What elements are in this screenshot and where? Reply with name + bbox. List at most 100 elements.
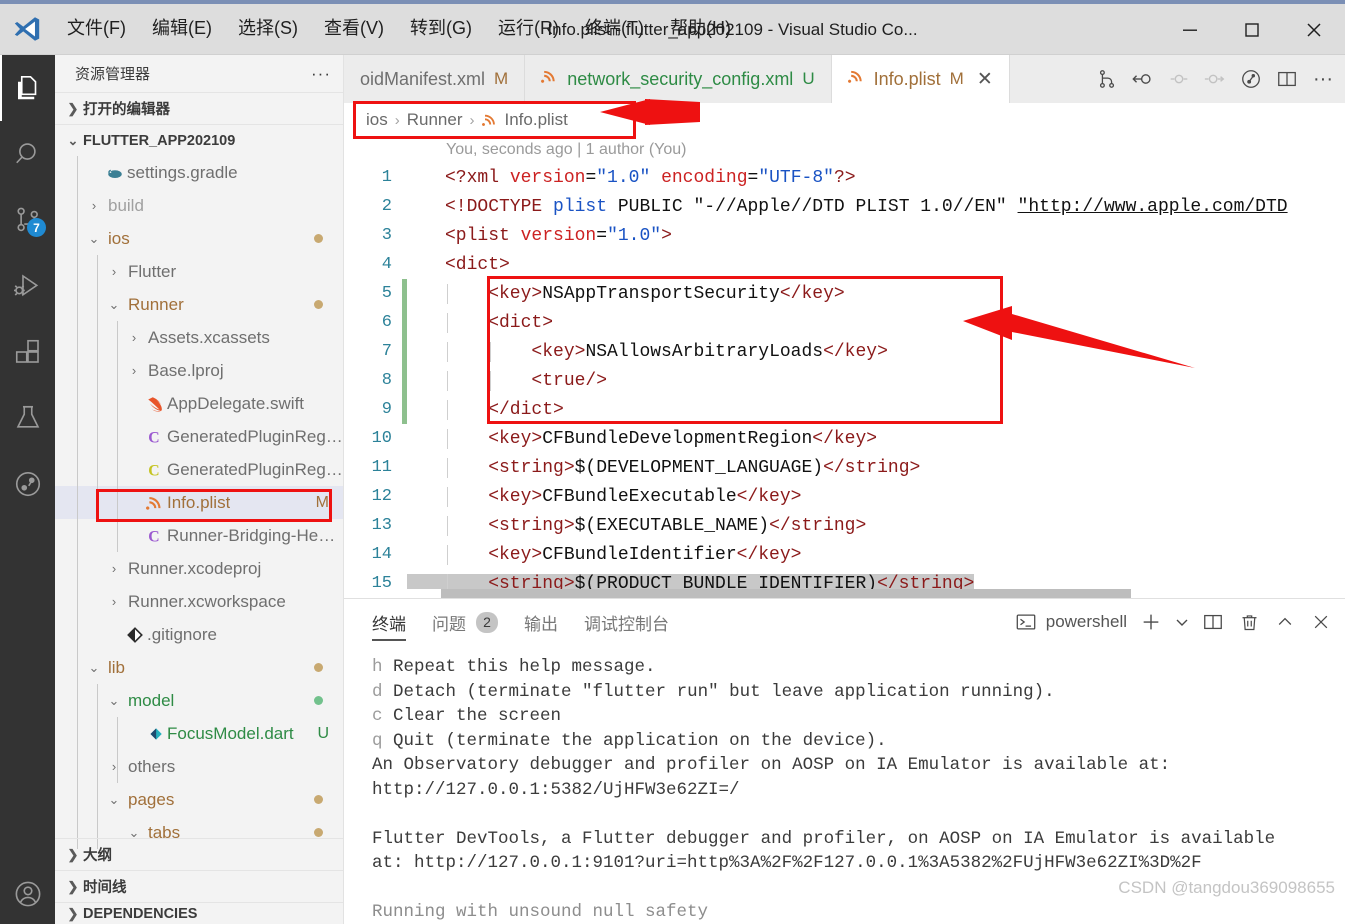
maximize-panel-icon[interactable] (1269, 599, 1301, 645)
tree-item-.gitignore[interactable]: .gitignore (55, 618, 343, 651)
close-panel-icon[interactable] (1305, 599, 1337, 645)
editor-horizontal-scrollbar-track[interactable] (344, 589, 1345, 598)
code-line[interactable]: 13 <string>$(EXECUTABLE_NAME)</string> (344, 511, 1345, 540)
sidebar-more-actions-icon[interactable]: ··· (311, 64, 331, 84)
breadcrumb-item-info-plist[interactable]: Info.plist (505, 110, 568, 130)
tree-item-flutter[interactable]: › Flutter (55, 255, 343, 288)
menu-item-selection[interactable]: 选择(S) (225, 14, 311, 44)
tree-item-generatedpluginregis...[interactable]: C GeneratedPluginRegis... (55, 453, 343, 486)
panel-tab-debug-console[interactable]: 调试控制台 (584, 599, 669, 645)
code-line[interactable]: 12 <key>CFBundleExecutable</key> (344, 482, 1345, 511)
activity-run-and-debug[interactable] (0, 253, 55, 319)
close-button[interactable] (1283, 4, 1345, 55)
chevron-right-icon[interactable]: › (105, 561, 123, 576)
go-back-icon[interactable] (1127, 55, 1159, 103)
tree-item-assets.xcassets[interactable]: › Assets.xcassets (55, 321, 343, 354)
section-outline[interactable]: ❯ 大纲 (55, 838, 343, 870)
code-line[interactable]: 4 <dict> (344, 250, 1345, 279)
split-terminal-icon[interactable] (1197, 599, 1229, 645)
tree-item-others[interactable]: › others (55, 750, 343, 783)
code-line[interactable]: 5 <key>NSAppTransportSecurity</key> (344, 279, 1345, 308)
chevron-right-icon[interactable]: › (125, 363, 143, 378)
panel-tab-output[interactable]: 输出 (524, 599, 558, 645)
section-timeline[interactable]: ❯ 时间线 (55, 870, 343, 902)
tree-item-model[interactable]: ⌄ model (55, 684, 343, 717)
menu-item-go[interactable]: 转到(G) (397, 14, 485, 44)
code-line[interactable]: 14 <key>CFBundleIdentifier</key> (344, 540, 1345, 569)
activity-testing[interactable] (0, 385, 55, 451)
file-tree[interactable]: settings.gradle › build ⌄ ios › Flutter ⌄ Runner… (55, 156, 343, 849)
panel-tab-problems[interactable]: 问题 2 (432, 599, 498, 645)
code-line[interactable]: 3 <plist version="1.0"> (344, 221, 1345, 250)
split-editor-icon[interactable] (1271, 55, 1303, 103)
chevron-right-icon[interactable]: › (105, 264, 123, 279)
tree-item-generatedpluginregis...[interactable]: C GeneratedPluginRegis... (55, 420, 343, 453)
section-workspace-folder[interactable]: ⌄ FLUTTER_APP202109 (55, 124, 343, 156)
tree-item-base.lproj[interactable]: › Base.lproj (55, 354, 343, 387)
tree-item-runner-bridging-head...[interactable]: C Runner-Bridging-Head... (55, 519, 343, 552)
code-line[interactable]: 10 <key>CFBundleDevelopmentRegion</key> (344, 424, 1345, 453)
split-in-group-icon[interactable] (1091, 55, 1123, 103)
activity-search[interactable] (0, 121, 55, 187)
menu-item-edit[interactable]: 编辑(E) (139, 14, 225, 44)
tree-item-lib[interactable]: ⌄ lib (55, 651, 343, 684)
new-terminal-icon[interactable] (1135, 599, 1167, 645)
tree-item-build[interactable]: › build (55, 189, 343, 222)
breadcrumb[interactable]: ios › Runner › Info.plist (344, 103, 1345, 137)
chevron-down-icon[interactable]: ⌄ (85, 231, 103, 247)
breadcrumb-item-runner[interactable]: Runner (407, 110, 463, 130)
more-actions-icon[interactable]: ··· (1307, 55, 1339, 103)
section-open-editors[interactable]: ❯ 打开的编辑器 (55, 92, 343, 124)
tree-item-pages[interactable]: ⌄ pages (55, 783, 343, 816)
chevron-down-icon[interactable]: ⌄ (105, 792, 123, 808)
activity-explorer[interactable] (0, 55, 55, 121)
close-icon[interactable]: ✕ (977, 68, 993, 91)
activity-account[interactable] (0, 864, 55, 924)
tree-item-settings.gradle[interactable]: settings.gradle (55, 156, 343, 189)
chevron-right-icon[interactable]: › (105, 594, 123, 609)
editor-horizontal-scrollbar-thumb[interactable] (441, 589, 1131, 598)
previous-change-icon[interactable] (1163, 55, 1195, 103)
chevron-down-icon[interactable]: ⌄ (85, 660, 103, 676)
code-line[interactable]: 6 <dict> (344, 308, 1345, 337)
code-line[interactable]: 2 <!DOCTYPE plist PUBLIC "-//Apple//DTD P… (344, 192, 1345, 221)
tree-item-runner.xcworkspace[interactable]: › Runner.xcworkspace (55, 585, 343, 618)
terminal-dropdown-icon[interactable] (1171, 599, 1193, 645)
minimize-button[interactable] (1159, 4, 1221, 55)
menu-item-run[interactable]: 运行(R) (485, 14, 572, 44)
kill-terminal-icon[interactable] (1233, 599, 1265, 645)
activity-dart-devtools[interactable] (0, 451, 55, 517)
code-line[interactable]: 8 <true/> (344, 366, 1345, 395)
code-line[interactable]: 7 <key>NSAllowsArbitraryLoads</key> (344, 337, 1345, 366)
chevron-right-icon[interactable]: › (125, 330, 143, 345)
next-change-icon[interactable] (1199, 55, 1231, 103)
code-line[interactable]: 9 </dict> (344, 395, 1345, 424)
chevron-right-icon[interactable]: › (105, 759, 123, 774)
section-dependencies[interactable]: ❯ DEPENDENCIES (55, 902, 343, 924)
menu-item-terminal[interactable]: 终端(T) (572, 14, 657, 44)
tab-androidmanifest-xml[interactable]: oidManifest.xml M (344, 55, 526, 103)
chevron-right-icon[interactable]: › (85, 198, 103, 213)
chevron-down-icon[interactable]: ⌄ (105, 297, 123, 313)
code-line[interactable]: 11 <string>$(DEVELOPMENT_LANGUAGE)</stri… (344, 453, 1345, 482)
tree-item-runner.xcodeproj[interactable]: › Runner.xcodeproj (55, 552, 343, 585)
tab-network-security-config-xml[interactable]: network_security_config.xml U (525, 55, 832, 103)
tree-item-appdelegate.swift[interactable]: AppDelegate.swift (55, 387, 343, 420)
menu-item-file[interactable]: 文件(F) (54, 14, 139, 44)
tree-item-focusmodel.dart[interactable]: FocusModel.dart U (55, 717, 343, 750)
breadcrumb-item-ios[interactable]: ios (366, 110, 388, 130)
tree-item-info.plist[interactable]: Info.plist M (55, 486, 343, 519)
maximize-button[interactable] (1221, 4, 1283, 55)
menu-item-view[interactable]: 查看(V) (311, 14, 397, 44)
code-line[interactable]: 1 <?xml version="1.0" encoding="UTF-8"?> (344, 163, 1345, 192)
menu-item-help[interactable]: 帮助(H) (657, 14, 744, 44)
active-terminal-name[interactable]: powershell (1046, 612, 1127, 632)
chevron-down-icon[interactable]: ⌄ (105, 693, 123, 709)
activity-source-control[interactable]: 7 (0, 187, 55, 253)
menu-bar[interactable]: 文件(F) 编辑(E) 选择(S) 查看(V) 转到(G) 运行(R) 终端(T… (54, 14, 744, 44)
tree-item-ios[interactable]: ⌄ ios (55, 222, 343, 255)
code-editor[interactable]: 1 <?xml version="1.0" encoding="UTF-8"?> 2… (344, 163, 1345, 598)
tree-item-runner[interactable]: ⌄ Runner (55, 288, 343, 321)
tab-info-plist[interactable]: Info.plist M ✕ (831, 55, 1010, 103)
dart-run-icon[interactable] (1235, 55, 1267, 103)
